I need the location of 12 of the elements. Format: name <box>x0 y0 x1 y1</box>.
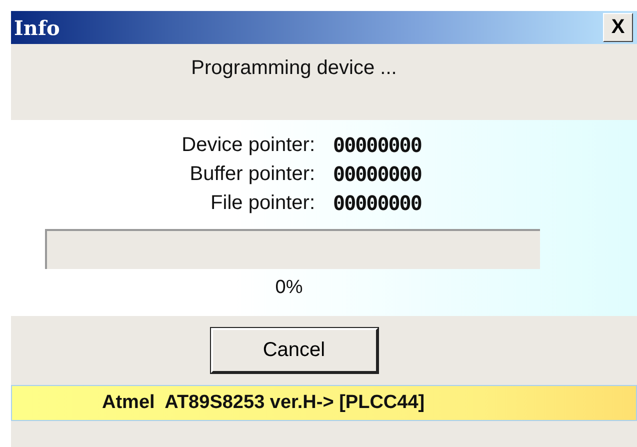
pointer-label: File pointer: <box>210 192 316 214</box>
window-title: Info <box>13 16 60 40</box>
pointer-value: 00000000 <box>333 162 422 186</box>
status-message: Programming device ... <box>191 57 397 81</box>
pointer-value: 00000000 <box>333 191 422 215</box>
pointer-value: 00000000 <box>333 133 422 157</box>
close-button[interactable]: X <box>603 13 633 42</box>
cancel-button[interactable]: Cancel <box>210 328 378 373</box>
pointer-label: Buffer pointer: <box>188 162 316 186</box>
progress-percent: 0% <box>275 277 303 299</box>
status-bar: Atmel AT89S8253 ver.H-> [PLCC44] <box>11 385 637 421</box>
pointer-label: Device pointer: <box>182 134 316 156</box>
